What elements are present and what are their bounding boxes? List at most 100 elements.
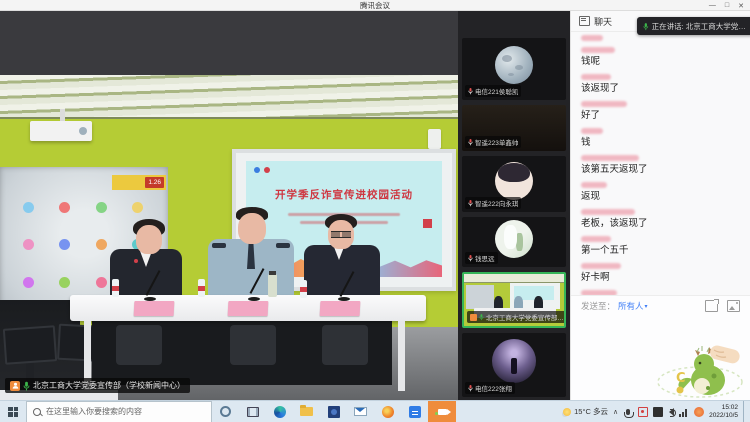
ceiling (0, 75, 458, 119)
ime-indicator-icon[interactable] (653, 407, 663, 417)
video-letterbox (0, 11, 458, 75)
close-button[interactable]: ✕ (738, 2, 744, 10)
send-to-label: 发送至： (581, 300, 615, 312)
poster-emblem-icon (264, 167, 270, 173)
participant-name-label: 智遥222向永琪 (465, 197, 521, 209)
chat-message-list[interactable]: 钱呢 该返现了 好了 钱 该第五天返现了 返现 老板，该返现了 (571, 31, 750, 296)
chat-footer: 发送至： 所有人▾ (571, 295, 750, 400)
task-view-icon (247, 407, 259, 417)
smartboard-badge: 1.26 (145, 177, 164, 188)
chat-message-text: 老板，该返现了 (581, 218, 740, 229)
mic-on-icon (643, 22, 649, 31)
participant-name-label: 智遥223单鑫帅 (465, 136, 521, 148)
chat-message: 好了 (581, 101, 740, 121)
chat-icon (579, 16, 590, 26)
window-title: 腾讯会议 (360, 0, 390, 11)
send-to-selector[interactable]: 所有人▾ (618, 300, 648, 312)
taskbar: 在这里输入你要搜索的内容 15°C 多云 ∧ (0, 400, 750, 422)
name-card (320, 301, 361, 316)
participant-name: 钱思远 (475, 253, 495, 263)
weather-icon (563, 408, 571, 416)
tray-mic-icon[interactable] (626, 409, 630, 415)
participant-tile[interactable]: 钱思远 (462, 217, 566, 267)
participant-name-label: 电信222张翔 (465, 382, 515, 394)
task-view-button[interactable] (239, 401, 266, 422)
chat-sender-redacted (581, 101, 627, 107)
svg-text:C: C (676, 371, 686, 386)
mic-muted-icon (468, 254, 473, 262)
projector (30, 121, 92, 141)
participant-name: 智遥223单鑫帅 (475, 137, 518, 147)
show-desktop-button[interactable] (743, 401, 748, 422)
screen-record-icon[interactable] (638, 407, 648, 417)
water-bottle (300, 280, 307, 298)
hidden-icons-chevron[interactable]: ∧ (613, 408, 618, 416)
chat-sender-redacted (581, 74, 611, 80)
photos-button[interactable] (320, 401, 347, 422)
participant-name-label: 北京工商大学党委宣传部（... (467, 311, 566, 323)
smartboard-banner: 1.26 (112, 175, 166, 190)
edge-icon (274, 406, 286, 418)
chat-input-area[interactable]: C (571, 316, 750, 400)
image-attach-icon[interactable] (727, 300, 740, 312)
start-button[interactable] (0, 401, 26, 422)
tea-bottle (268, 274, 277, 297)
chat-message-text: 该返现了 (581, 83, 740, 94)
mail-button[interactable] (347, 401, 374, 422)
weather-text: 15°C 多云 (574, 406, 608, 417)
participant-name: 智遥222向永琪 (475, 198, 518, 208)
minimize-button[interactable]: — (709, 2, 716, 9)
chat-message-text: 第一个五千 (581, 245, 740, 256)
docs-button[interactable] (401, 401, 428, 422)
taskbar-clock[interactable]: 15:02 2022/10/5 (709, 404, 738, 420)
chat-message-fragment (581, 35, 740, 41)
participant-tile[interactable]: 智遥222向永琪 (462, 156, 566, 212)
mic-on-icon (479, 313, 484, 321)
name-card (228, 301, 269, 316)
chat-message-text: 钱呢 (581, 56, 740, 67)
poster-logo-icon (254, 167, 260, 173)
participant-name: 电信221侯聪凯 (475, 86, 518, 96)
main-video-stage[interactable]: 1.26 开学季反诈宣传进校园活动 (0, 11, 458, 400)
volume-icon[interactable] (669, 408, 674, 416)
docs-icon (409, 406, 421, 418)
participant-name: 电信222张翔 (475, 383, 512, 393)
screen: 腾讯会议 — □ ✕ 1.26 (0, 0, 750, 422)
meeting-app-button[interactable] (428, 401, 456, 422)
desk-monitor (3, 325, 57, 365)
windows-logo-icon (8, 407, 18, 417)
mic-muted-icon (468, 87, 473, 95)
chat-message-text: 好卡啊 (581, 272, 740, 283)
weather-button[interactable]: 15°C 多云 (563, 406, 608, 417)
participant-tile[interactable]: 电信221侯聪凯 (462, 38, 566, 100)
mic-on-icon (23, 381, 30, 391)
participant-avatar (495, 46, 533, 84)
chevron-down-icon: ▾ (645, 303, 648, 310)
chat-sender-redacted (581, 155, 639, 161)
mic-muted-icon (468, 384, 473, 392)
edge-button[interactable] (266, 401, 293, 422)
participant-avatar (492, 339, 536, 383)
clock-date: 2022/10/5 (709, 412, 738, 420)
classroom-scene: 1.26 开学季反诈宣传进校园活动 (0, 75, 458, 400)
firefox-icon (382, 406, 394, 418)
maximize-button[interactable]: □ (725, 2, 729, 9)
chat-message: 该第五天返现了 (581, 155, 740, 175)
chat-message: 钱 (581, 128, 740, 148)
chat-message: 该返现了 (581, 74, 740, 94)
network-icon[interactable] (679, 407, 689, 417)
chat-popout-icon[interactable] (705, 300, 718, 312)
participant-tile[interactable]: 北京工商大学党委宣传部（... (462, 272, 566, 328)
chat-title: 聊天 (594, 15, 612, 28)
chat-message: 第一个五千 (581, 236, 740, 256)
file-explorer-button[interactable] (293, 401, 320, 422)
chat-panel: 聊天 钱呢 该返现了 好了 钱 该第五天返现了 返现 (570, 11, 750, 400)
security-tray-icon[interactable] (694, 407, 704, 417)
firefox-button[interactable] (374, 401, 401, 422)
taskbar-search[interactable]: 在这里输入你要搜索的内容 (26, 401, 212, 422)
participant-tile[interactable]: 智遥223单鑫帅 (462, 105, 566, 151)
chat-message: 好卡啊 (581, 263, 740, 283)
water-bottle (198, 279, 205, 297)
cortana-button[interactable] (212, 401, 239, 422)
participant-tile[interactable]: 电信222张翔 (462, 333, 566, 397)
